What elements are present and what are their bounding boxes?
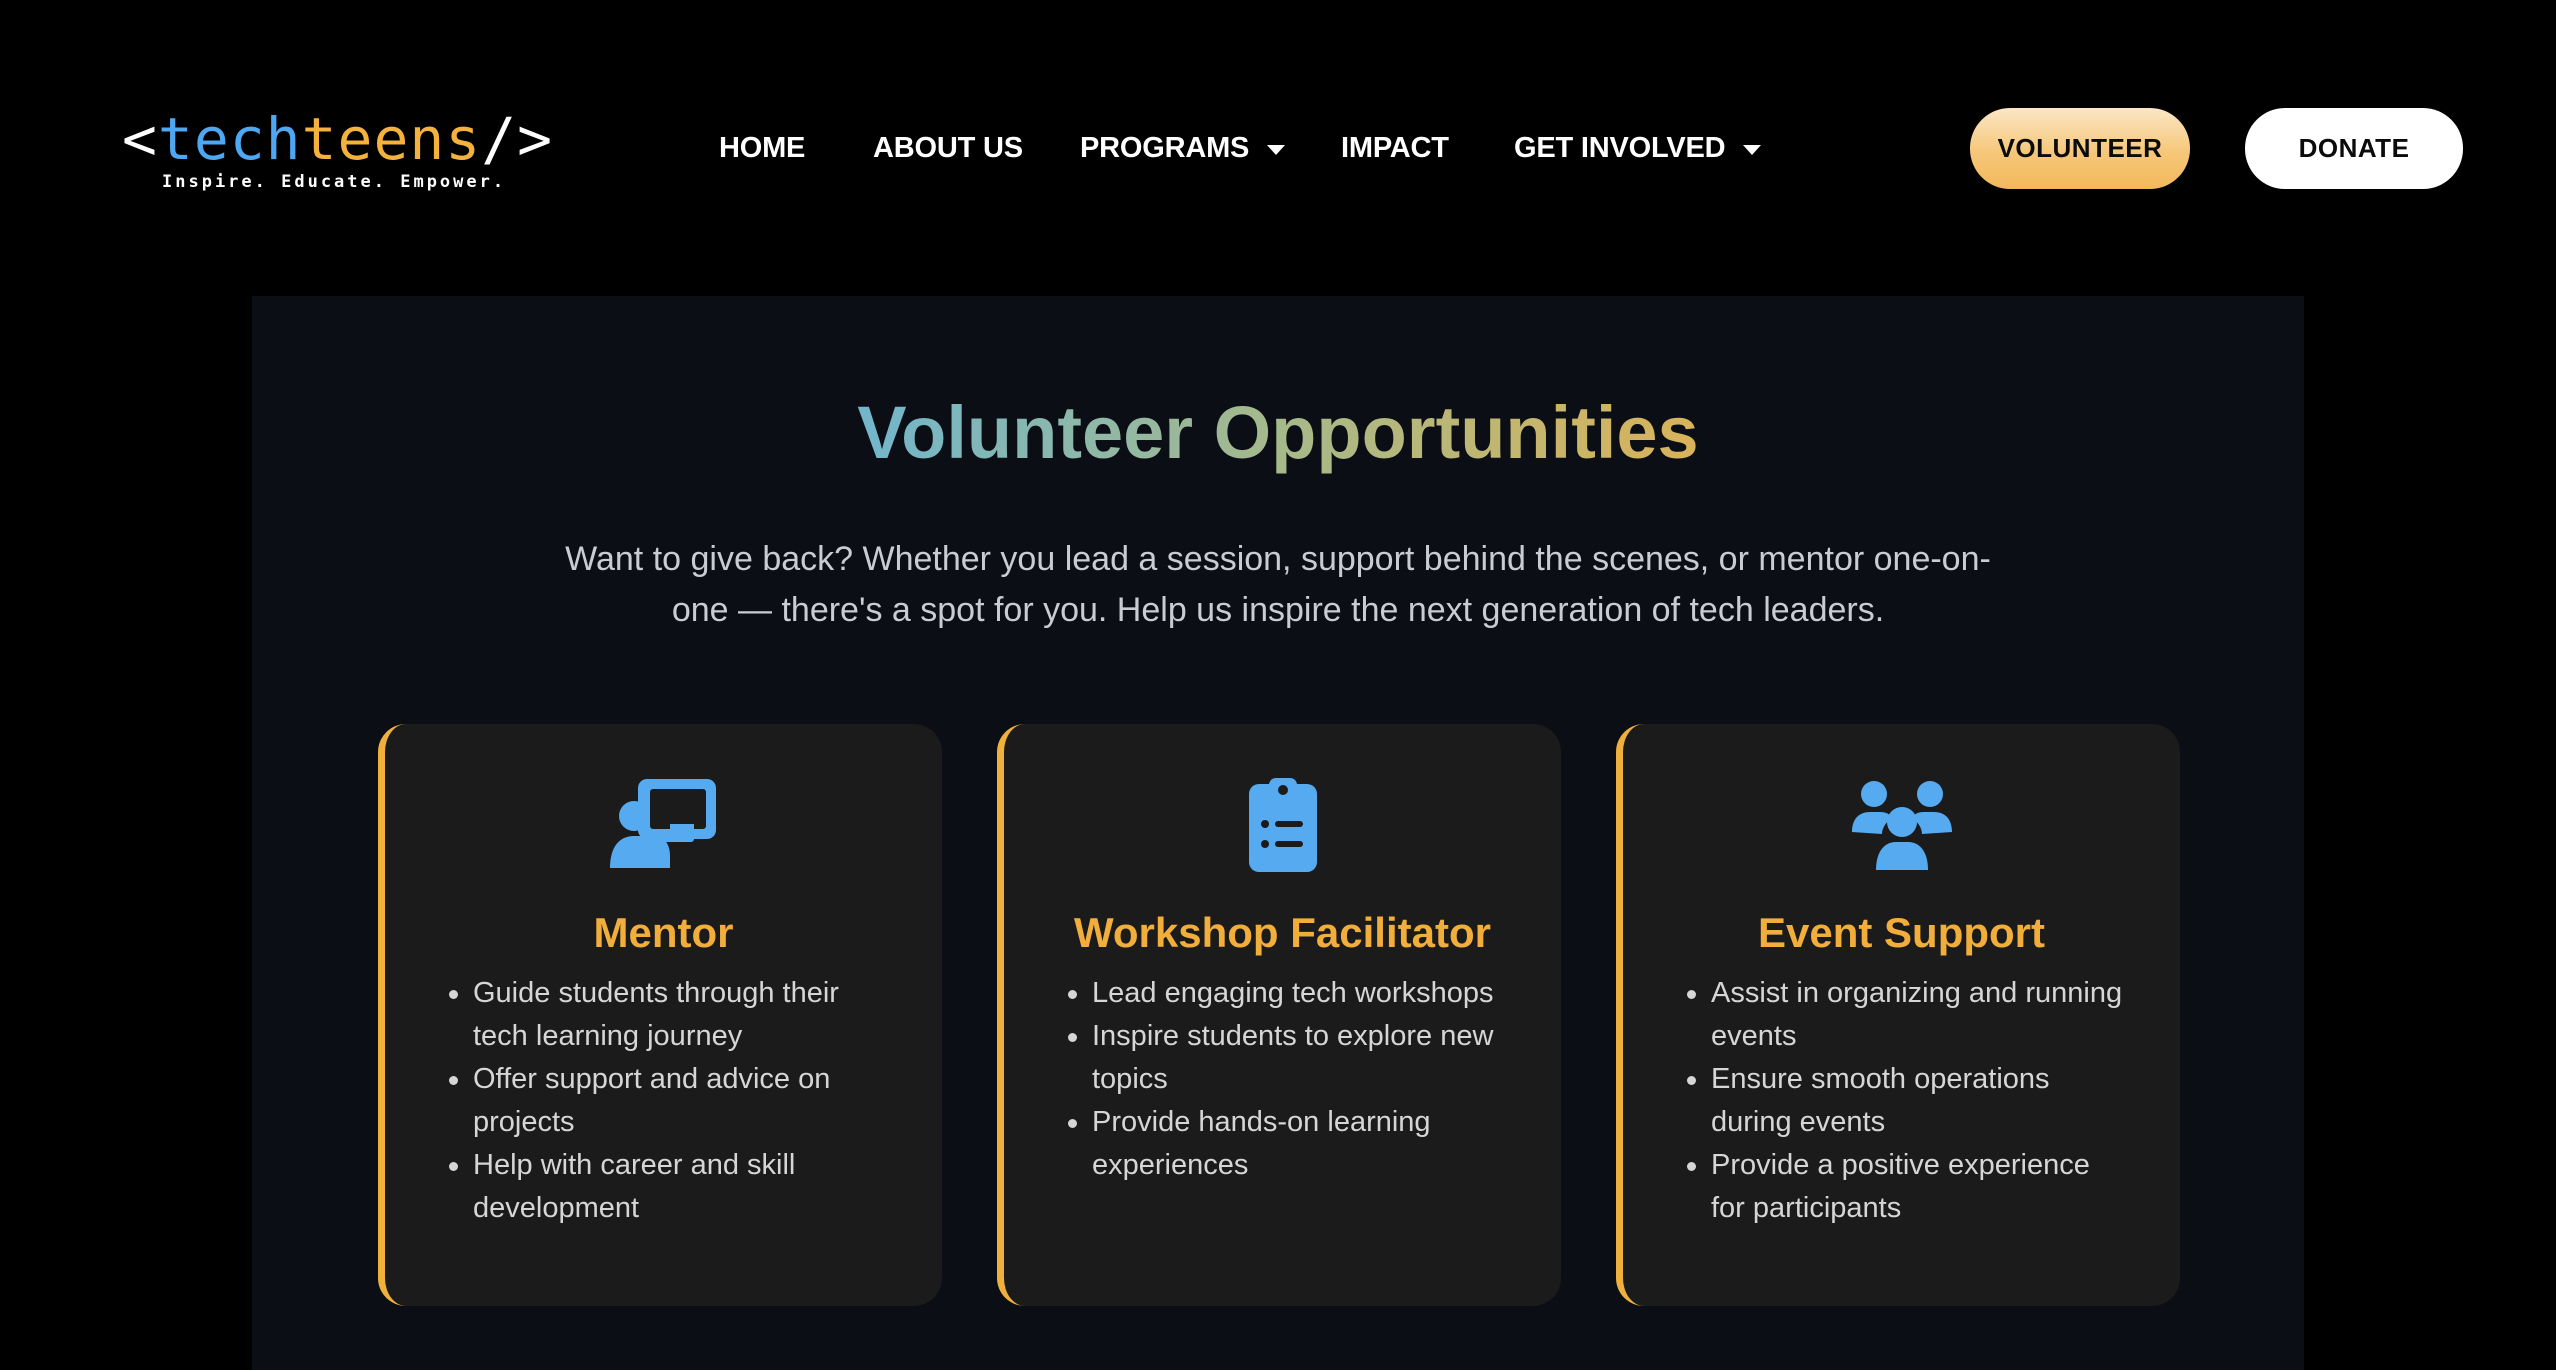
volunteer-button[interactable]: VOLUNTEER <box>1970 108 2190 189</box>
nav-item-home[interactable]: HOME <box>719 128 805 168</box>
nav-item-programs[interactable]: PROGRAMS <box>1080 128 1286 168</box>
section-title-wrap: Volunteer Opportunities <box>852 388 1704 478</box>
section-title: Volunteer Opportunities <box>857 391 1699 474</box>
nav-item-label: HOME <box>719 131 806 164</box>
opportunity-card-mentor: Mentor Guide students through their tech… <box>378 724 942 1306</box>
nav-item-label: PROGRAMS <box>1080 131 1250 164</box>
chalkboard-user-icon <box>608 776 720 872</box>
section-intro: Want to give back? Whether you lead a se… <box>565 540 1991 629</box>
card-points-list: Lead engaging tech workshops Inspire stu… <box>1062 972 1512 1187</box>
list-item: Provide hands-on learning experiences <box>1062 1101 1512 1187</box>
opportunity-card-workshop-facilitator: Workshop Facilitator Lead engaging tech … <box>997 724 1561 1306</box>
nav-item-impact[interactable]: IMPACT <box>1341 128 1449 168</box>
nav-item-label: GET INVOLVED <box>1514 131 1726 164</box>
caret-down-icon <box>1743 144 1762 155</box>
list-item: Help with career and skill development <box>443 1144 893 1230</box>
nav-item-label: ABOUT US <box>873 131 1023 164</box>
opportunity-card-event-support: Event Support Assist in organizing and r… <box>1616 724 2180 1306</box>
nav-item-label: IMPACT <box>1341 131 1449 164</box>
logo-tagline: Inspire. Educate. Empower. <box>162 172 507 192</box>
volunteer-opportunities-section: Volunteer Opportunities Want to give bac… <box>252 296 2304 1370</box>
card-title: Workshop Facilitator <box>1074 909 1491 956</box>
caret-down-icon <box>1267 144 1286 155</box>
site-header: <techteens/> Inspire. Educate. Empower. … <box>0 0 2556 296</box>
list-item: Inspire students to explore new topics <box>1062 1015 1512 1101</box>
nav-item-get-involved[interactable]: GET INVOLVED <box>1514 128 1762 168</box>
page: <techteens/> Inspire. Educate. Empower. … <box>0 0 2556 1370</box>
list-item: Offer support and advice on projects <box>443 1058 893 1144</box>
card-points-list: Guide students through their tech learni… <box>443 972 893 1230</box>
card-title: Event Support <box>1757 909 2045 956</box>
clipboard-list-icon <box>1227 776 1339 872</box>
list-item: Provide a positive experience for partic… <box>1681 1144 2131 1230</box>
card-title: Mentor <box>593 909 734 956</box>
donate-button[interactable]: DONATE <box>2245 108 2463 189</box>
list-item: Ensure smooth operations during events <box>1681 1058 2131 1144</box>
list-item: Guide students through their tech learni… <box>443 972 893 1058</box>
list-item: Lead engaging tech workshops <box>1062 972 1512 1015</box>
nav-item-about-us[interactable]: ABOUT US <box>873 128 1023 168</box>
users-group-icon <box>1846 776 1958 872</box>
card-points-list: Assist in organizing and running events … <box>1681 972 2131 1230</box>
list-item: Assist in organizing and running events <box>1681 972 2131 1058</box>
